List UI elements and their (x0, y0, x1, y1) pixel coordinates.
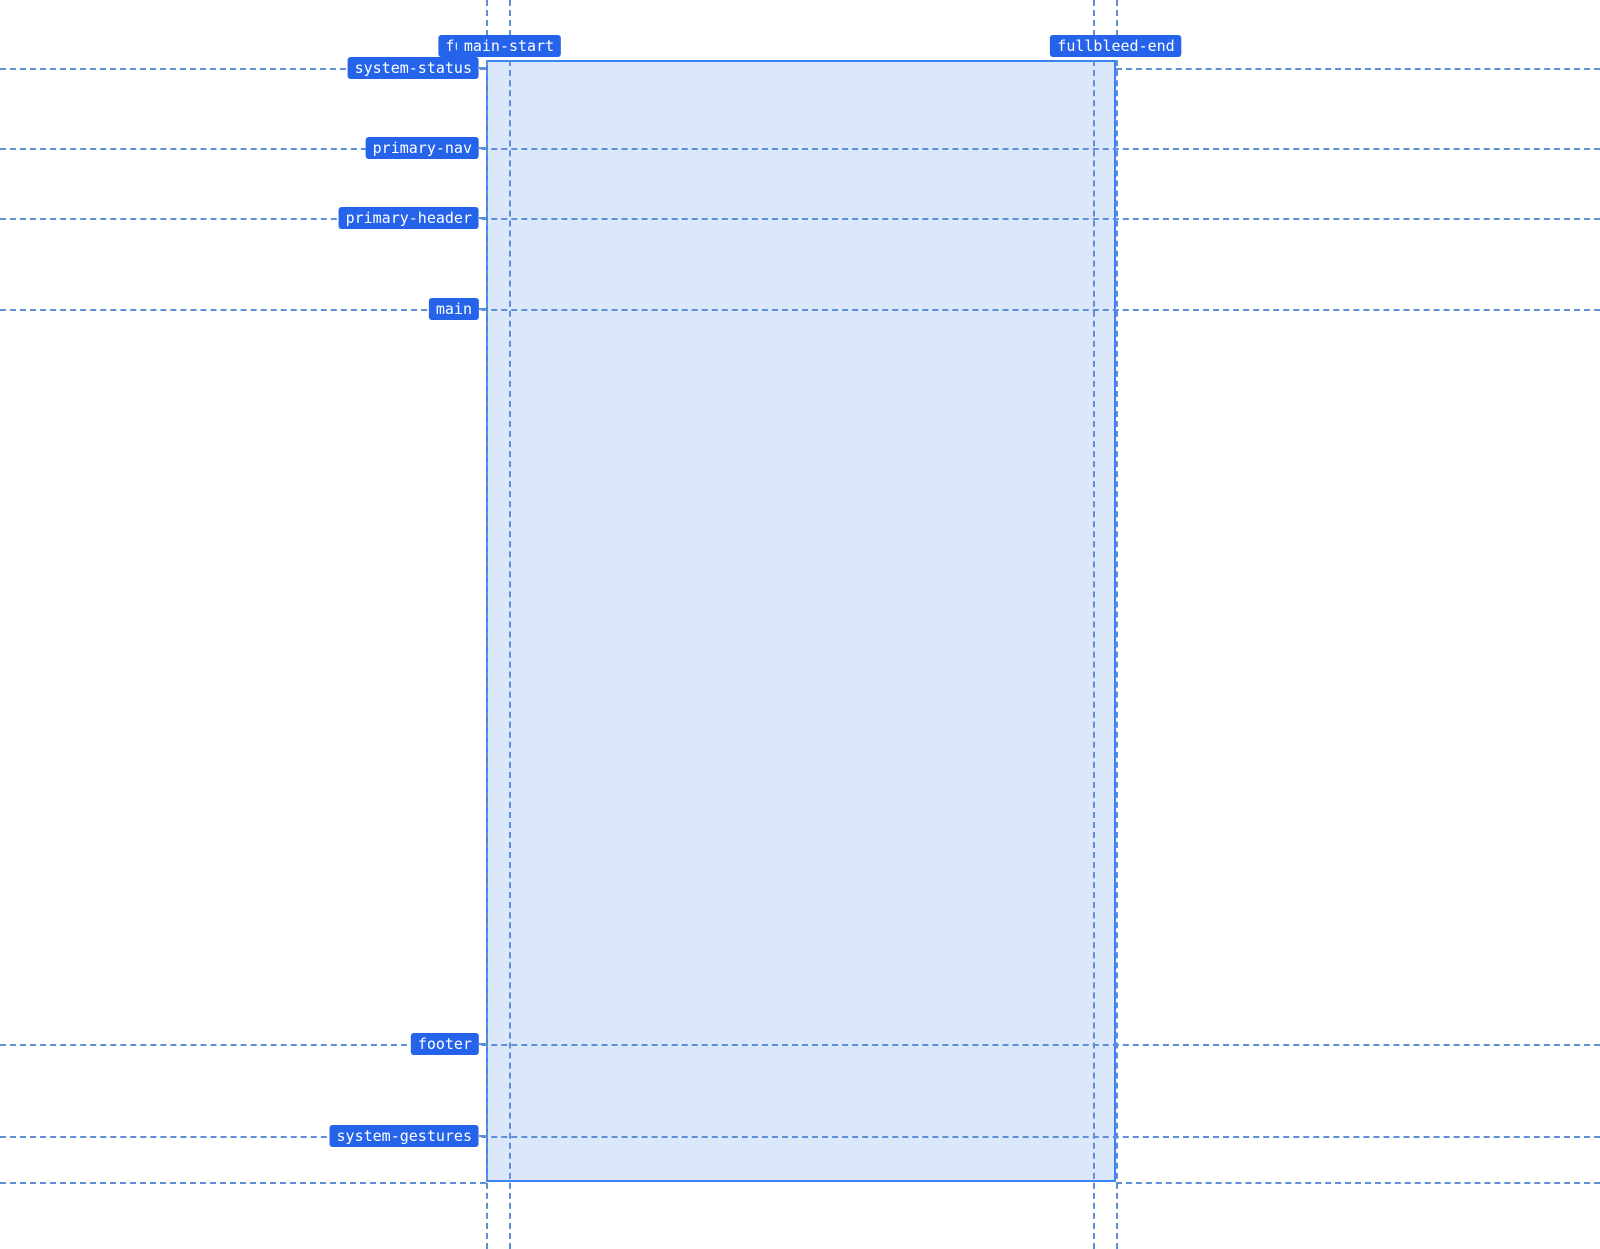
grid-line-fullbleed-start (486, 0, 488, 1249)
grid-fill-region (486, 60, 1116, 1182)
tick-footer (479, 1043, 486, 1045)
grid-line-main-start (509, 0, 511, 1249)
row-label-primary-header: primary-header (339, 207, 479, 229)
grid-line-bottom (1116, 1182, 1600, 1184)
grid-line-main-end (1093, 0, 1095, 1249)
tick-primary-header (479, 217, 486, 219)
tick-main (479, 308, 486, 310)
row-label-footer: footer (411, 1033, 479, 1055)
tick-system-gestures (479, 1135, 486, 1137)
row-label-main: main (429, 298, 479, 320)
tick-primary-nav (479, 147, 486, 149)
grid-line-fullbleed-end (1116, 0, 1118, 1249)
grid-line-system-status (1116, 68, 1600, 70)
tick-system-status (479, 67, 486, 69)
grid-line-system-gestures (0, 1136, 1600, 1138)
grid-line-bottom (0, 1182, 486, 1184)
grid-line-main (0, 309, 1600, 311)
grid-diagram: fullbleed main-start main-end fullbleed-… (0, 0, 1600, 1249)
column-label-main-start: main-start (457, 35, 561, 57)
row-label-primary-nav: primary-nav (366, 137, 479, 159)
grid-line-primary-header (0, 218, 1600, 220)
grid-line-footer (0, 1044, 1600, 1046)
grid-line-primary-nav (0, 148, 1600, 150)
column-label-fullbleed-end: fullbleed-end (1050, 35, 1181, 57)
row-label-system-gestures: system-gestures (330, 1125, 479, 1147)
row-label-system-status: system-status (348, 57, 479, 79)
